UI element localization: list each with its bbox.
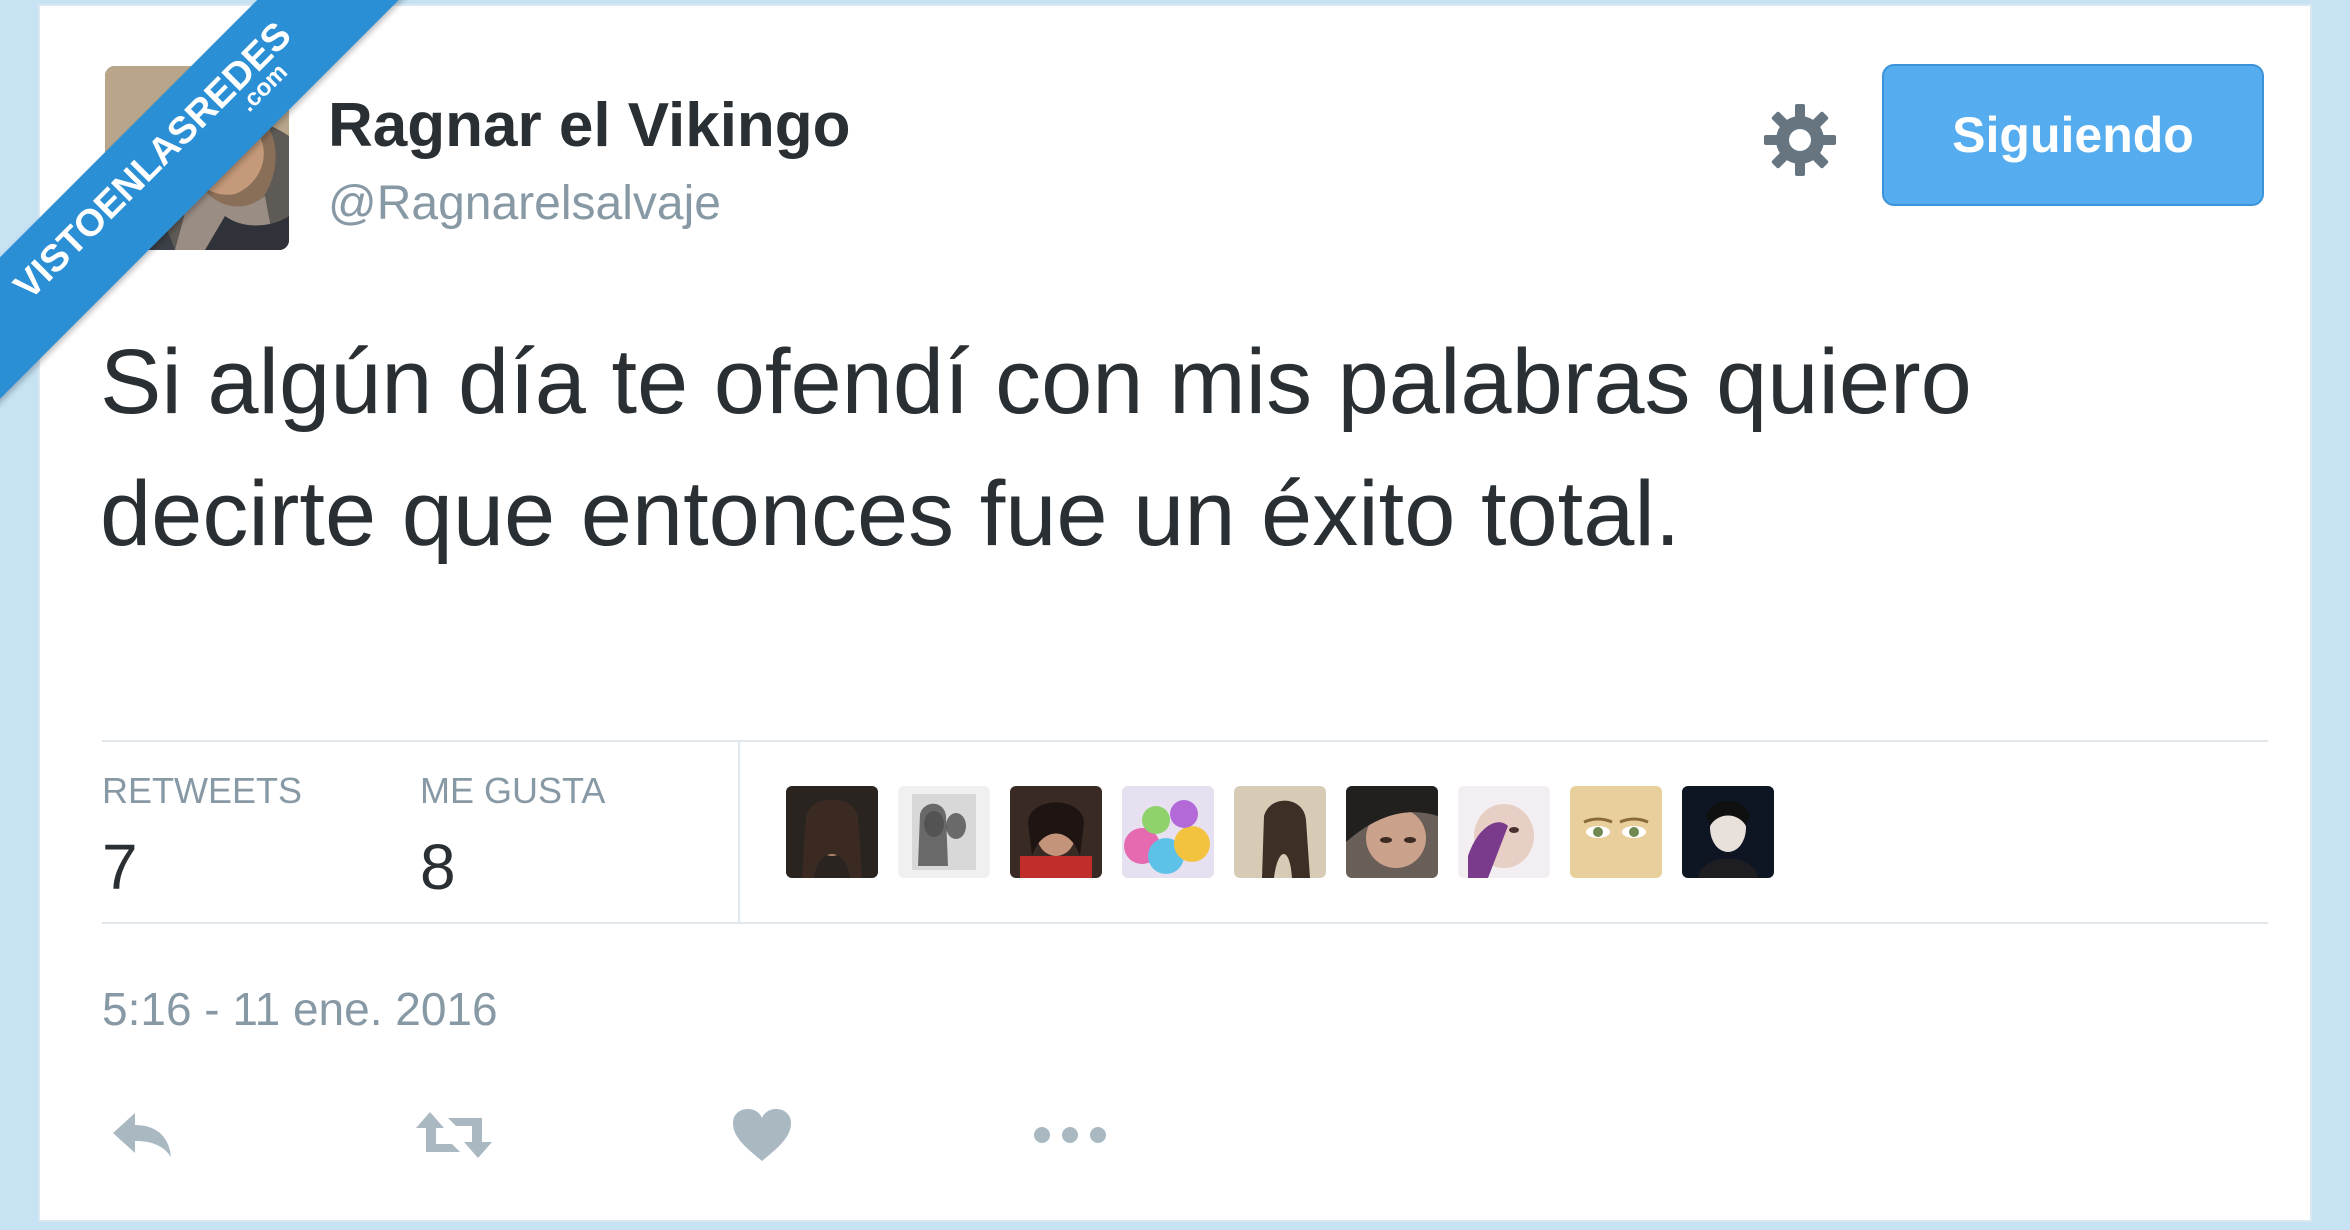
liker-avatar[interactable] bbox=[1570, 786, 1662, 878]
liker-avatar[interactable] bbox=[1010, 786, 1102, 878]
watermark-text: VISTOENLASREDES bbox=[6, 14, 300, 308]
liker-avatar[interactable] bbox=[1682, 786, 1774, 878]
liker-avatar[interactable] bbox=[1122, 786, 1214, 878]
likers-list bbox=[786, 786, 1774, 878]
liker-avatar[interactable] bbox=[1346, 786, 1438, 878]
liker-avatar[interactable] bbox=[1234, 786, 1326, 878]
retweets-count: 7 bbox=[102, 831, 138, 903]
heart-icon[interactable] bbox=[722, 1100, 802, 1170]
reply-icon[interactable] bbox=[102, 1100, 182, 1170]
screenshot-frame: VISTOENLASREDES .com Ragnar el Vikingo @… bbox=[0, 0, 2350, 1230]
stats-divider bbox=[738, 742, 740, 922]
retweet-icon[interactable] bbox=[414, 1100, 494, 1170]
tweet-stats: RETWEETS 7 ME GUSTA 8 bbox=[102, 740, 2268, 924]
tweet-timestamp[interactable]: 5:16 - 11 ene. 2016 bbox=[102, 982, 498, 1036]
liker-avatar[interactable] bbox=[898, 786, 990, 878]
liker-avatar[interactable] bbox=[1458, 786, 1550, 878]
likes-stat[interactable]: ME GUSTA 8 bbox=[420, 770, 605, 904]
retweets-label: RETWEETS bbox=[102, 770, 303, 811]
watermark-ribbon: VISTOENLASREDES .com bbox=[0, 0, 415, 420]
more-icon[interactable] bbox=[1030, 1100, 1110, 1170]
watermark: VISTOENLASREDES .com bbox=[0, 0, 420, 420]
likes-count: 8 bbox=[420, 831, 456, 903]
following-button[interactable]: Siguiendo bbox=[1882, 64, 2264, 206]
likes-label: ME GUSTA bbox=[420, 770, 606, 811]
retweets-stat[interactable]: RETWEETS 7 bbox=[102, 770, 302, 904]
gear-icon[interactable] bbox=[1762, 102, 1838, 178]
liker-avatar[interactable] bbox=[786, 786, 878, 878]
